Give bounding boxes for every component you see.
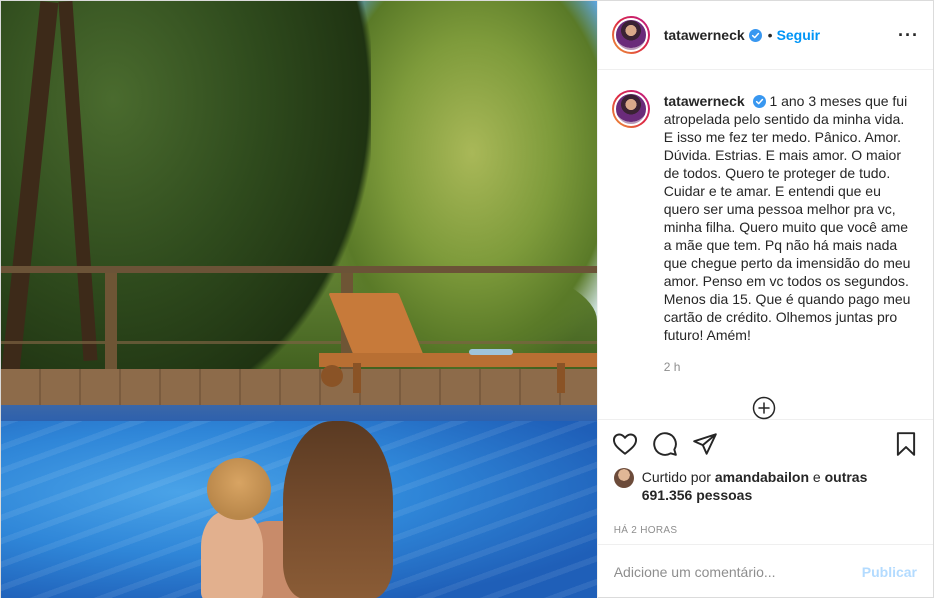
photo-railing-wire — [1, 341, 597, 344]
photo-woman-hair — [283, 421, 393, 598]
publish-button[interactable]: Publicar — [862, 564, 917, 580]
post-actions-bar — [598, 420, 933, 469]
liker-username-link[interactable]: amandabailon — [715, 469, 809, 485]
follow-button[interactable]: Seguir — [777, 27, 821, 43]
header-separator: • — [767, 27, 773, 44]
comment-input[interactable] — [613, 564, 852, 581]
comment-bubble-icon[interactable] — [652, 431, 678, 457]
post-timestamp[interactable]: HÁ 2 HORAS — [598, 517, 933, 544]
caption-avatar[interactable] — [611, 90, 650, 129]
avatar[interactable] — [611, 16, 650, 55]
load-more-comments-icon[interactable] — [752, 396, 776, 420]
likes-prefix: Curtido por — [641, 469, 711, 486]
photo-lounger-leg — [353, 363, 361, 393]
share-send-icon[interactable] — [692, 431, 718, 457]
photo-towel — [469, 349, 513, 355]
more-options-icon[interactable]: ··· — [898, 25, 919, 46]
caption-body: tatawerneck 1 ano 3 meses que fui atrope… — [664, 92, 917, 418]
photo-railing-post — [105, 273, 117, 373]
like-heart-icon[interactable] — [612, 431, 638, 457]
caption-text: 1 ano 3 meses que fui atropelada pelo se… — [663, 93, 911, 344]
caption-username[interactable]: tatawerneck — [664, 93, 745, 109]
photo-lounger-wheel — [321, 365, 343, 387]
instagram-post: tatawerneck • Seguir ··· tatawerneck 1 a… — [0, 0, 934, 598]
photo-trees-left — [1, 1, 371, 421]
header-username[interactable]: tatawerneck — [664, 27, 745, 43]
verified-badge-icon — [752, 95, 766, 109]
verified-badge-icon — [748, 28, 762, 42]
caption-timestamp[interactable]: 2 h — [664, 358, 917, 376]
avatar-image — [613, 18, 648, 53]
likes-summary: Curtido por amandabailon e outras 691.35… — [598, 468, 933, 517]
comment-form: Publicar — [597, 544, 933, 598]
likes-conjunction: e — [812, 469, 821, 486]
caption-section: tatawerneck 1 ano 3 meses que fui atrope… — [597, 70, 933, 420]
post-side-panel: tatawerneck • Seguir ··· tatawerneck 1 a… — [596, 1, 933, 598]
likes-text: Curtido por amandabailon e outras 691.35… — [642, 468, 917, 504]
photo-child-body — [201, 511, 263, 598]
avatar-image — [613, 92, 648, 127]
photo-child-head — [207, 458, 271, 520]
post-header: tatawerneck • Seguir ··· — [597, 1, 933, 71]
photo-lounger-leg — [557, 363, 565, 393]
bookmark-save-icon[interactable] — [893, 431, 919, 457]
photo-railing — [1, 266, 597, 273]
post-photo[interactable] — [1, 1, 597, 598]
liker-avatar[interactable] — [613, 468, 634, 489]
